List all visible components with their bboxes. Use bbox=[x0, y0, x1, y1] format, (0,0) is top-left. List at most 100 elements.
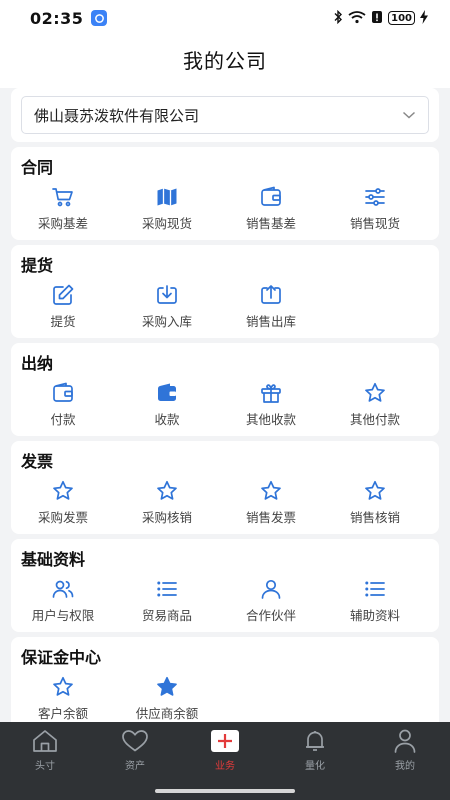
upload-icon bbox=[259, 283, 283, 307]
menu-item-label: 销售核销 bbox=[349, 510, 400, 525]
menu-item[interactable]: 辅助资料 bbox=[323, 577, 427, 627]
tab-label: 我的 bbox=[395, 761, 415, 772]
section-items: 用户与权限 贸易商品 合作伙伴 辅助资料 bbox=[11, 577, 439, 627]
menu-item-label: 采购入库 bbox=[141, 314, 192, 329]
users-icon bbox=[51, 577, 75, 601]
menu-item[interactable]: 收款 bbox=[115, 381, 219, 431]
menu-item[interactable]: 客户余额 bbox=[11, 675, 115, 725]
menu-item[interactable]: 采购现货 bbox=[115, 185, 219, 235]
star-icon bbox=[51, 479, 75, 503]
wallet-icon bbox=[51, 381, 75, 405]
star-icon bbox=[363, 479, 387, 503]
menu-item-label: 付款 bbox=[50, 412, 76, 427]
tab-label: 量化 bbox=[305, 761, 325, 772]
menu-item-label: 采购现货 bbox=[141, 216, 192, 231]
section-card: 提货 提货 采购入库 销售出库 bbox=[11, 245, 439, 338]
status-bar: 02:35 100 bbox=[0, 0, 450, 36]
section-card: 保证金中心客户余额 供应商余额 bbox=[11, 637, 439, 730]
menu-item[interactable]: 供应商余额 bbox=[115, 675, 219, 725]
section-title: 合同 bbox=[21, 158, 54, 177]
section-title: 出纳 bbox=[21, 354, 54, 373]
menu-item[interactable]: 采购发票 bbox=[11, 479, 115, 529]
company-card: 佛山聂苏泼软件有限公司 bbox=[11, 88, 439, 142]
menu-item-label: 其他收款 bbox=[245, 412, 296, 427]
star-filled-icon bbox=[155, 675, 179, 699]
menu-item[interactable]: 采购入库 bbox=[115, 283, 219, 333]
tab-item[interactable]: 量化 bbox=[270, 722, 360, 772]
heart-icon bbox=[121, 728, 149, 754]
menu-item[interactable]: 采购核销 bbox=[115, 479, 219, 529]
menu-item[interactable]: 贸易商品 bbox=[115, 577, 219, 627]
section-items: 客户余额 供应商余额 bbox=[11, 675, 439, 725]
section-title: 提货 bbox=[21, 256, 54, 275]
tab-label: 资产 bbox=[125, 761, 145, 772]
menu-item-label: 采购基差 bbox=[37, 216, 88, 231]
section-card: 合同采购基差 采购现货 销售基差 销售现货 bbox=[11, 147, 439, 240]
wifi-icon bbox=[348, 9, 366, 28]
list-icon bbox=[155, 577, 179, 601]
menu-item[interactable]: 销售发票 bbox=[219, 479, 323, 529]
star-icon bbox=[155, 479, 179, 503]
page-header: 我的公司 bbox=[0, 36, 450, 82]
download-icon bbox=[155, 283, 179, 307]
home-icon bbox=[31, 728, 59, 754]
bluetooth-icon bbox=[333, 9, 343, 28]
person-icon bbox=[391, 728, 419, 754]
home-indicator bbox=[155, 789, 295, 793]
menu-item-label: 供应商余额 bbox=[135, 706, 199, 721]
menu-item[interactable]: 销售现货 bbox=[323, 185, 427, 235]
tab-item[interactable]: 头寸 bbox=[0, 722, 90, 772]
menu-item[interactable]: 销售基差 bbox=[219, 185, 323, 235]
company-select[interactable]: 佛山聂苏泼软件有限公司 bbox=[21, 96, 429, 134]
section-title: 保证金中心 bbox=[21, 648, 102, 667]
app-notification-icon bbox=[91, 10, 108, 26]
charging-icon bbox=[420, 9, 428, 28]
menu-item-label: 采购发票 bbox=[37, 510, 88, 525]
alert-icon bbox=[371, 9, 383, 28]
sliders-icon bbox=[363, 185, 387, 209]
tab-item[interactable]: 我的 bbox=[360, 722, 450, 772]
menu-item-label: 贸易商品 bbox=[141, 608, 192, 623]
menu-item-label: 其他付款 bbox=[349, 412, 400, 427]
menu-item-label: 销售出库 bbox=[245, 314, 296, 329]
menu-item-label: 销售现货 bbox=[349, 216, 400, 231]
menu-item-label: 采购核销 bbox=[141, 510, 192, 525]
section-title: 发票 bbox=[21, 452, 54, 471]
star-icon bbox=[259, 479, 283, 503]
section-items: 提货 采购入库 销售出库 bbox=[11, 283, 439, 333]
menu-item[interactable]: 其他收款 bbox=[219, 381, 323, 431]
menu-item-label: 合作伙伴 bbox=[245, 608, 296, 623]
tab-label: 头寸 bbox=[35, 761, 55, 772]
star-icon bbox=[51, 675, 75, 699]
menu-item[interactable]: 其他付款 bbox=[323, 381, 427, 431]
wallet-filled-icon bbox=[155, 381, 179, 405]
menu-item-label: 收款 bbox=[154, 412, 180, 427]
menu-item[interactable]: 采购基差 bbox=[11, 185, 115, 235]
cart-icon bbox=[51, 185, 75, 209]
menu-item[interactable]: 销售核销 bbox=[323, 479, 427, 529]
section-title: 基础资料 bbox=[21, 550, 86, 569]
menu-item-label: 客户余额 bbox=[37, 706, 88, 721]
tab-item[interactable]: 资产 bbox=[90, 722, 180, 772]
gift-icon bbox=[259, 381, 283, 405]
section-items: 付款 收款 其他收款 其他付款 bbox=[11, 381, 439, 431]
menu-item[interactable]: 合作伙伴 bbox=[219, 577, 323, 627]
menu-item[interactable]: 提货 bbox=[11, 283, 115, 333]
menu-item[interactable]: 付款 bbox=[11, 381, 115, 431]
menu-item[interactable]: 销售出库 bbox=[219, 283, 323, 333]
status-time: 02:35 bbox=[30, 8, 84, 28]
tab-item[interactable]: 业务 bbox=[180, 722, 270, 772]
bell-icon bbox=[301, 728, 329, 754]
section-card: 发票采购发票 采购核销 销售发票 销售核销 bbox=[11, 441, 439, 534]
menu-item-label: 销售基差 bbox=[245, 216, 296, 231]
wallet-icon bbox=[259, 185, 283, 209]
chevron-down-icon bbox=[402, 110, 416, 120]
menu-item[interactable]: 用户与权限 bbox=[11, 577, 115, 627]
menu-item-label: 用户与权限 bbox=[31, 608, 95, 623]
section-items: 采购基差 采购现货 销售基差 销售现货 bbox=[11, 185, 439, 235]
section-card: 基础资料用户与权限 贸易商品 合作伙伴 辅助资料 bbox=[11, 539, 439, 632]
plus-icon bbox=[211, 728, 239, 754]
menu-item-label: 辅助资料 bbox=[349, 608, 400, 623]
star-icon bbox=[363, 381, 387, 405]
company-name: 佛山聂苏泼软件有限公司 bbox=[34, 106, 200, 125]
